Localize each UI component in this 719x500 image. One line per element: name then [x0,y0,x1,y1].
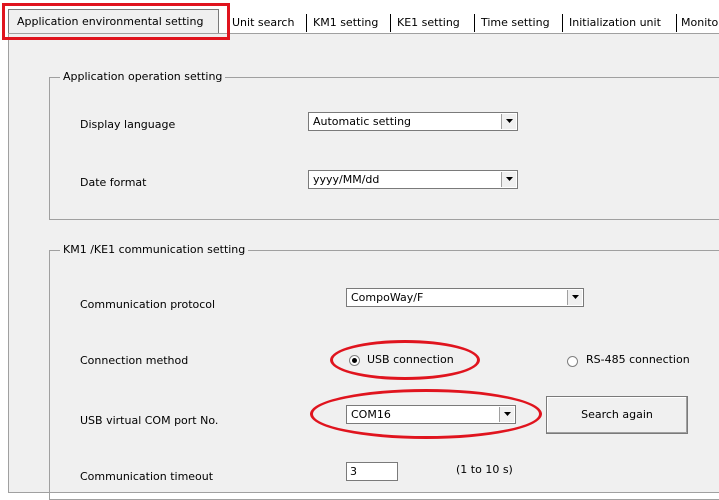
communication-timeout-value: 3 [350,465,357,478]
communication-protocol-select[interactable]: CompoWay/F [346,288,584,307]
search-again-button[interactable]: Search again [546,396,688,434]
timeout-range-hint: (1 to 10 s) [456,463,513,476]
tab-time-setting[interactable]: Time setting [481,14,550,32]
communication-timeout-label: Communication timeout [80,470,214,483]
tab-separator [474,14,475,32]
group-title: KM1 /KE1 communication setting [60,243,249,256]
tab-initialization-unit[interactable]: Initialization unit [569,14,661,32]
rs485-connection-label[interactable]: RS-485 connection [586,353,690,366]
tab-monitor[interactable]: Monito [681,14,718,32]
tab-km1-setting[interactable]: KM1 setting [313,14,378,32]
display-language-value: Automatic setting [313,115,412,128]
highlight-box [2,3,230,40]
date-format-value: yyyy/MM/dd [313,173,380,186]
highlight-ellipse [310,389,542,439]
display-language-select[interactable]: Automatic setting [308,112,518,131]
tab-separator [306,14,307,32]
communication-protocol-value: CompoWay/F [351,291,424,304]
rs485-connection-radio[interactable] [567,356,578,367]
date-format-label: Date format [80,176,147,189]
date-format-select[interactable]: yyyy/MM/dd [308,170,518,189]
highlight-ellipse [330,340,480,380]
display-language-label: Display language [80,118,176,131]
tab-separator [562,14,563,32]
communication-timeout-input[interactable]: 3 [346,462,398,481]
connection-method-label: Connection method [80,354,189,367]
tab-unit-search[interactable]: Unit search [232,14,294,32]
chevron-down-icon[interactable] [501,114,516,129]
chevron-down-icon[interactable] [567,290,582,305]
communication-protocol-label: Communication protocol [80,298,216,311]
tab-separator [390,14,391,32]
tab-separator [676,14,677,32]
app-operation-group: Application operation setting [49,70,719,220]
usb-com-port-label: USB virtual COM port No. [80,414,219,427]
tab-ke1-setting[interactable]: KE1 setting [397,14,460,32]
chevron-down-icon[interactable] [501,172,516,187]
group-title: Application operation setting [60,70,226,83]
